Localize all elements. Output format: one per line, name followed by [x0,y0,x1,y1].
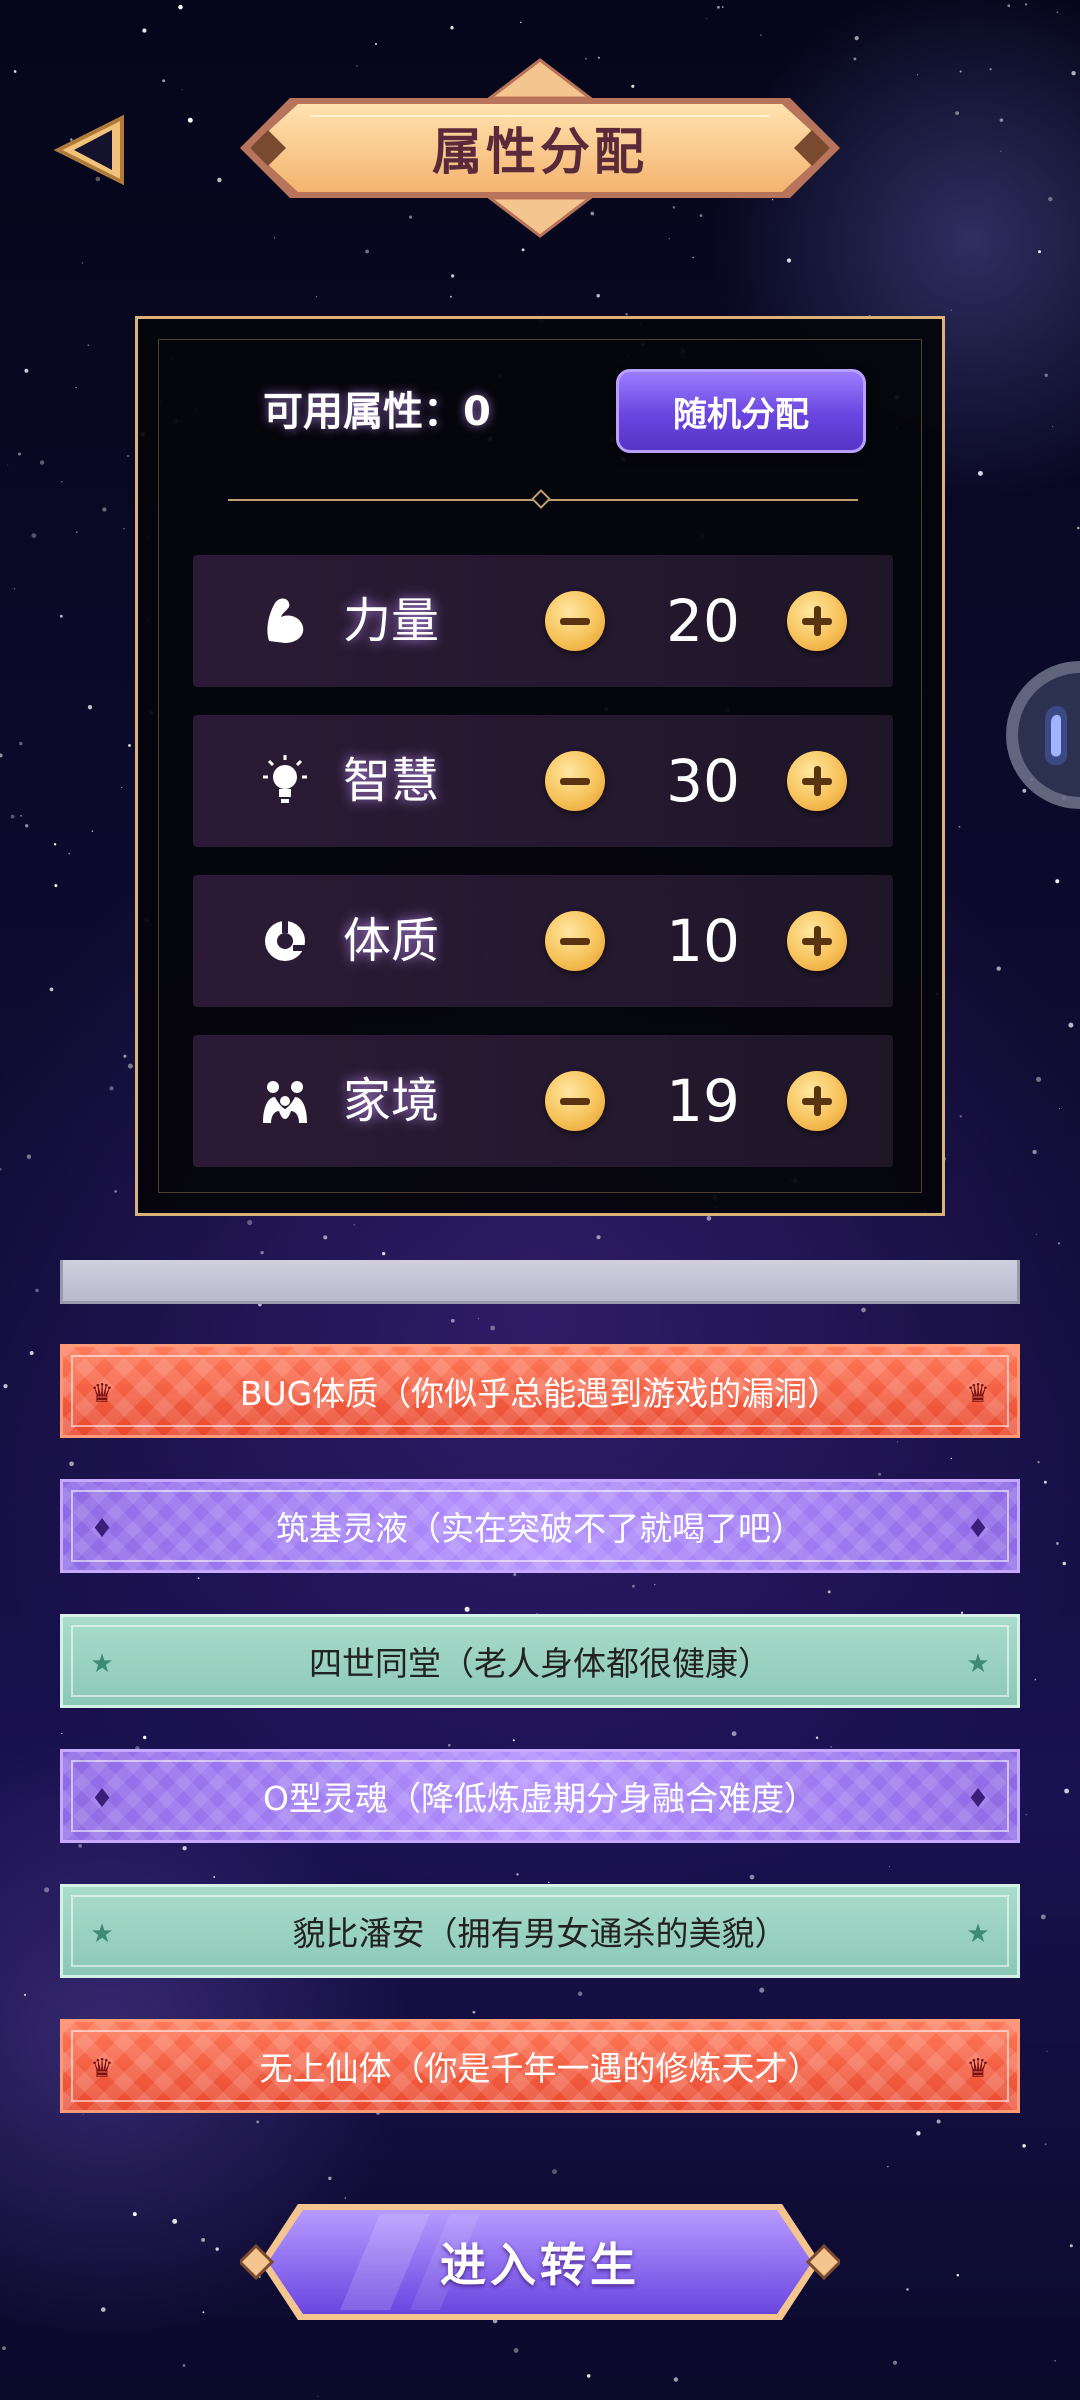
diamond-icon: ♦ [90,1514,114,1544]
decrease-constitution-button[interactable] [545,911,605,971]
stat-row-strength: 力量 20 [193,555,893,687]
crown-icon: ♛ [90,2054,114,2084]
talent-text: BUG体质（你似乎总能遇到游戏的漏洞） [239,1374,841,1413]
stat-label: 家境 [343,1073,440,1129]
available-points-value: 0 [463,389,491,435]
talent-text: 四世同堂（老人身体都很健康） [309,1644,771,1683]
back-arrow-icon[interactable] [50,110,140,190]
enter-rebirth-label: 进入转生 [440,2238,640,2292]
diamond-icon: ♦ [966,1784,990,1814]
talent-card[interactable]: ♦ O型灵魂（降低炼虚期分身融合难度） ♦ [60,1749,1020,1843]
increase-strength-button[interactable] [787,591,847,651]
stat-label: 体质 [343,913,440,969]
increase-family-button[interactable] [787,1071,847,1131]
increase-wisdom-button[interactable] [787,751,847,811]
stat-row-constitution: 体质 10 [193,875,893,1007]
diamond-icon: ♦ [90,1784,114,1814]
star-icon: ★ [90,1919,114,1949]
enter-rebirth-button[interactable]: 进入转生 [237,2200,843,2324]
side-float-button[interactable] [1005,660,1080,810]
lightbulb-icon [263,755,307,803]
stat-value: 20 [666,587,740,655]
stat-row-family: 家境 19 [193,1035,893,1167]
talent-card[interactable]: ♦ 筑基灵液（实在突破不了就喝了吧） ♦ [60,1479,1020,1573]
star-icon: ★ [966,1919,990,1949]
stat-value: 30 [666,747,740,815]
attribute-panel: 可用属性：0 随机分配 力量 20 智慧 30 体质 10 家境 19 [135,316,945,1216]
stat-row-wisdom: 智慧 30 [193,715,893,847]
star-icon: ★ [90,1649,114,1679]
title-banner: 属性分配 [220,58,860,238]
stat-value: 10 [666,907,740,975]
stat-label: 智慧 [343,753,440,809]
constitution-icon [265,919,307,961]
talent-text: O型灵魂（降低炼虚期分身融合难度） [263,1779,817,1818]
decrease-wisdom-button[interactable] [545,751,605,811]
page-title: 属性分配 [432,123,648,181]
talent-text: 筑基灵液（实在突破不了就喝了吧） [276,1509,804,1548]
talent-card[interactable]: ♛ BUG体质（你似乎总能遇到游戏的漏洞） ♛ [60,1344,1020,1438]
crown-icon: ♛ [966,2054,990,2084]
talent-text: 无上仙体（你是千年一遇的修炼天才） [259,2049,821,2088]
muscle-icon [267,598,304,643]
talent-card[interactable]: ♛ 无上仙体（你是千年一遇的修炼天才） ♛ [60,2019,1020,2113]
crown-icon: ♛ [90,1379,114,1409]
diamond-icon: ♦ [966,1514,990,1544]
crown-icon: ♛ [966,1379,990,1409]
talent-card-partial[interactable] [60,1260,1020,1304]
available-points-label: 可用属性： [263,389,463,435]
stat-label: 力量 [343,593,440,649]
available-points: 可用属性：0 [263,379,491,437]
star-icon: ★ [966,1649,990,1679]
talent-text: 貌比潘安（拥有男女通杀的美貌） [292,1914,788,1953]
stat-value: 19 [666,1067,740,1135]
decrease-strength-button[interactable] [545,591,605,651]
talent-card[interactable]: ★ 貌比潘安（拥有男女通杀的美貌） ★ [60,1884,1020,1978]
increase-constitution-button[interactable] [787,911,847,971]
family-icon [263,1081,307,1123]
random-allocate-button[interactable]: 随机分配 [616,369,866,453]
decrease-family-button[interactable] [545,1071,605,1131]
talent-card[interactable]: ★ 四世同堂（老人身体都很健康） ★ [60,1614,1020,1708]
